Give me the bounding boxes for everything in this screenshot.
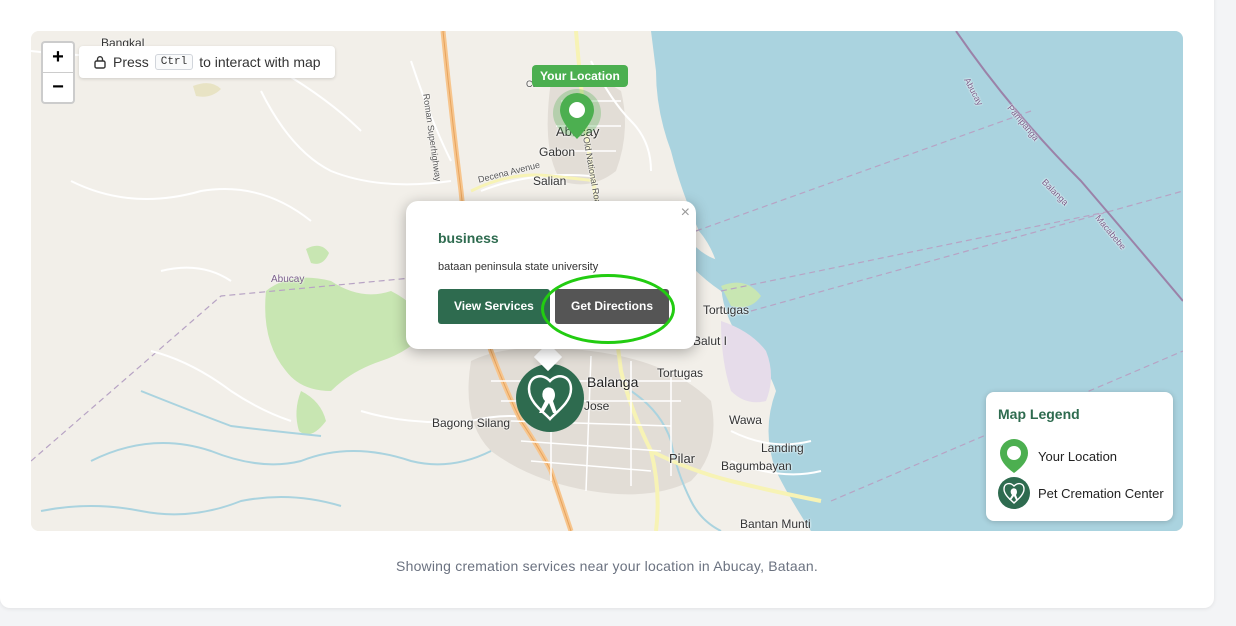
your-location-icon: [1000, 439, 1028, 473]
map-label-bagumbayan: Bagumbayan: [721, 459, 792, 473]
map-label-bagong-silang: Bagong Silang: [432, 416, 511, 430]
highlight-ring: [541, 274, 675, 344]
map-legend: Map Legend Your Location Pet Cremation C…: [986, 392, 1173, 521]
legend-item-your-location: Your Location: [998, 437, 1117, 475]
legend-your-location-label: Your Location: [1038, 448, 1118, 464]
hint-prefix: Press: [113, 54, 149, 70]
legend-item-pet-cremation: Pet Cremation Center: [998, 477, 1164, 509]
zoom-out-button[interactable]: −: [43, 72, 73, 102]
map-view[interactable]: Bangkal Catr Abucay Gabon Salian Roman S…: [31, 31, 1183, 531]
map-label-wawa: Wawa: [729, 413, 762, 427]
map-label-jose: Jose: [584, 399, 610, 413]
hint-suffix: to interact with map: [199, 54, 321, 70]
interaction-hint: Press Ctrl to interact with map: [79, 46, 335, 78]
map-label-pilar: Pilar: [669, 451, 696, 466]
map-label-salian: Salian: [533, 174, 567, 188]
popup-title: business: [438, 230, 499, 246]
map-label-balanga: Balanga: [587, 374, 639, 390]
map-label-bantan-munti: Bantan Munti: [740, 517, 811, 531]
popup-description: bataan peninsula state university: [438, 261, 599, 273]
popup-close-button[interactable]: ×: [681, 204, 690, 222]
map-caption: Showing cremation services near your loc…: [396, 558, 818, 574]
map-label-balut: Balut I: [693, 334, 728, 348]
your-location-tag: Your Location: [532, 65, 628, 87]
pet-cremation-marker[interactable]: [515, 363, 585, 433]
lock-icon: [94, 56, 106, 69]
zoom-in-button[interactable]: +: [43, 43, 73, 72]
map-label-abucay-boundary: Abucay: [271, 274, 305, 285]
map-label-tortugas-2: Tortugas: [657, 366, 704, 380]
legend-title: Map Legend: [998, 406, 1080, 422]
map-label-gabon: Gabon: [539, 145, 576, 159]
map-label-tortugas-1: Tortugas: [703, 303, 750, 317]
map-label-landing: Landing: [761, 441, 804, 455]
legend-pet-cremation-label: Pet Cremation Center: [1038, 485, 1164, 501]
zoom-control: + −: [41, 41, 75, 104]
view-services-button[interactable]: View Services: [438, 289, 550, 324]
pet-cremation-icon: [998, 477, 1030, 509]
your-location-marker[interactable]: [551, 89, 603, 143]
ctrl-key: Ctrl: [154, 54, 194, 70]
